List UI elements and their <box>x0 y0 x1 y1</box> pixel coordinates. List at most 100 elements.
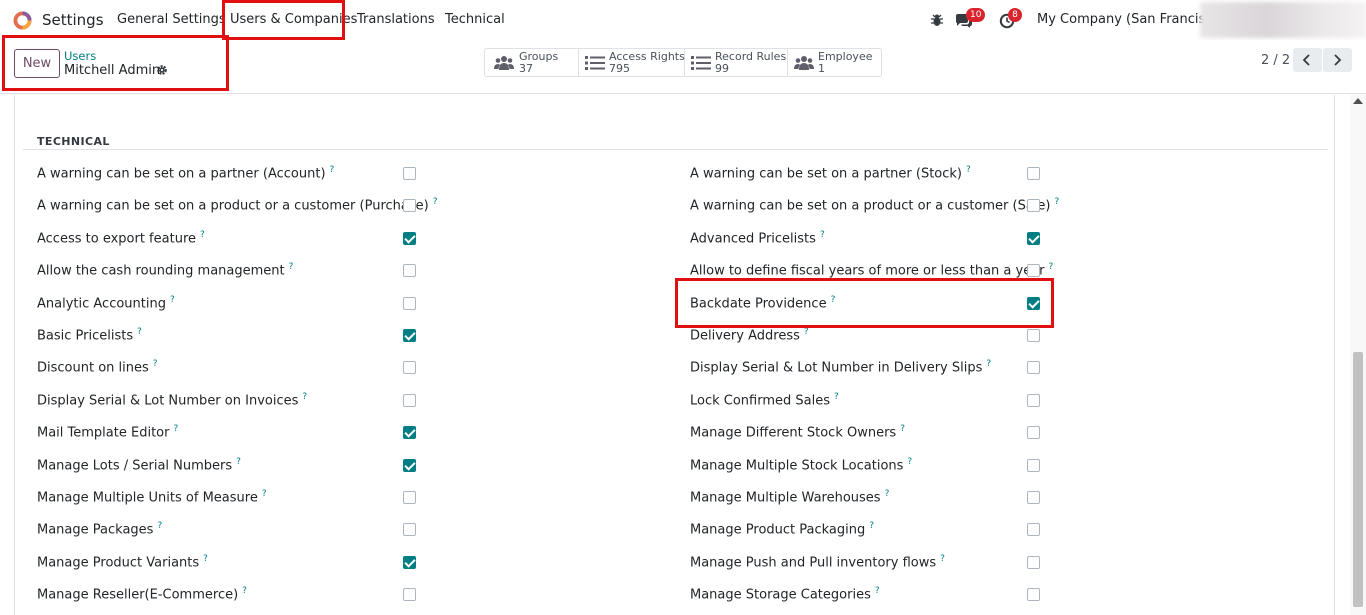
checkbox-manage-multiple-units-of-measure[interactable] <box>403 491 416 504</box>
checkbox-manage-push-and-pull-inventory-flows[interactable] <box>1027 555 1040 569</box>
help-tooltip-icon[interactable]: ? <box>200 230 205 240</box>
help-tooltip-icon[interactable]: ? <box>203 554 208 564</box>
help-tooltip-icon[interactable]: ? <box>236 457 241 467</box>
help-tooltip-icon[interactable]: ? <box>242 586 247 596</box>
pager-next-button[interactable] <box>1323 48 1352 72</box>
help-tooltip-icon[interactable]: ? <box>262 489 267 499</box>
top-navbar: Settings General Settings Users & Compan… <box>0 0 1366 40</box>
help-tooltip-icon[interactable]: ? <box>433 197 438 207</box>
settings-app-icon[interactable] <box>13 11 32 30</box>
setting-label-manage-different-stock-owners: Manage Different Stock Owners? <box>690 424 905 440</box>
help-tooltip-icon[interactable]: ? <box>170 295 175 305</box>
setting-label-mail-template-editor: Mail Template Editor? <box>37 424 178 440</box>
setting-label-text: Delivery Address <box>690 328 800 344</box>
checkbox-a-warning-can-be-set-on-a-partner-stock[interactable] <box>1027 167 1040 180</box>
setting-label-text: Manage Packages <box>37 522 154 538</box>
checkbox-advanced-pricelists[interactable] <box>1027 231 1040 245</box>
setting-label-a-warning-can-be-set-on-a-product-or-a-customer-purchase: A warning can be set on a product or a c… <box>37 197 437 213</box>
menu-translations[interactable]: Translations <box>357 12 435 27</box>
checkbox-manage-multiple-warehouses[interactable] <box>1027 491 1040 504</box>
help-tooltip-icon[interactable]: ? <box>820 230 825 240</box>
checkbox-delivery-address[interactable] <box>1027 329 1040 342</box>
help-tooltip-icon[interactable]: ? <box>289 262 294 272</box>
setting-label-text: Display Serial & Lot Number in Delivery … <box>690 360 983 376</box>
chevron-right-icon <box>1334 54 1342 66</box>
setting-label-text: Allow to define fiscal years of more or … <box>690 263 1045 279</box>
help-tooltip-icon[interactable]: ? <box>302 392 307 402</box>
help-tooltip-icon[interactable]: ? <box>986 359 991 369</box>
setting-label-manage-multiple-stock-locations: Manage Multiple Stock Locations? <box>690 457 912 473</box>
section-title-technical: TECHNICAL <box>37 135 110 148</box>
smart-button-record-rules[interactable]: Record Rules 99 <box>685 49 788 76</box>
setting-label-text: Basic Pricelists <box>37 328 134 344</box>
bug-icon[interactable] <box>929 12 945 28</box>
checkbox-mail-template-editor[interactable] <box>403 426 416 440</box>
smart-button-access-rights[interactable]: Access Rights 795 <box>579 49 685 76</box>
help-tooltip-icon[interactable]: ? <box>966 165 971 175</box>
help-tooltip-icon[interactable]: ? <box>940 554 945 564</box>
setting-label-manage-multiple-units-of-measure: Manage Multiple Units of Measure? <box>37 489 267 505</box>
scrollbar-thumb[interactable] <box>1353 352 1363 607</box>
setting-label-manage-storage-categories: Manage Storage Categories? <box>690 586 880 602</box>
scroll-up-arrow-icon[interactable] <box>1353 98 1363 104</box>
help-tooltip-icon[interactable]: ? <box>869 521 874 531</box>
help-tooltip-icon[interactable]: ? <box>875 586 880 596</box>
section-divider <box>23 149 1328 150</box>
checkbox-allow-the-cash-rounding-management[interactable] <box>403 264 416 278</box>
help-tooltip-icon[interactable]: ? <box>157 521 162 531</box>
smart-button-employee[interactable]: Employee 1 <box>788 49 881 76</box>
help-tooltip-icon[interactable]: ? <box>137 327 142 337</box>
checkbox-basic-pricelists[interactable] <box>403 329 416 342</box>
help-tooltip-icon[interactable]: ? <box>153 359 158 369</box>
help-tooltip-icon[interactable]: ? <box>1055 197 1060 207</box>
checkbox-display-serial-lot-number-on-invoices[interactable] <box>403 393 416 407</box>
setting-label-basic-pricelists: Basic Pricelists? <box>37 327 142 343</box>
setting-label-manage-product-variants: Manage Product Variants? <box>37 554 208 570</box>
setting-label-manage-lots-serial-numbers: Manage Lots / Serial Numbers? <box>37 457 241 473</box>
checkbox-a-warning-can-be-set-on-a-product-or-a-customer-purchase[interactable] <box>403 199 416 213</box>
checkbox-discount-on-lines[interactable] <box>403 361 416 375</box>
setting-label-advanced-pricelists: Advanced Pricelists? <box>690 230 825 246</box>
checkbox-manage-different-stock-owners[interactable] <box>1027 426 1040 440</box>
checkbox-manage-product-variants[interactable] <box>403 555 416 569</box>
help-tooltip-icon[interactable]: ? <box>900 424 905 434</box>
checkbox-access-to-export-feature[interactable] <box>403 231 416 245</box>
highlight-backdate-providence <box>675 278 1054 328</box>
checkbox-display-serial-lot-number-in-delivery-slips[interactable] <box>1027 361 1040 375</box>
menu-general-settings[interactable]: General Settings <box>117 12 226 27</box>
setting-label-lock-confirmed-sales: Lock Confirmed Sales? <box>690 392 839 408</box>
menu-technical[interactable]: Technical <box>445 12 505 27</box>
help-tooltip-icon[interactable]: ? <box>834 392 839 402</box>
pager-value[interactable]: 2 / 2 <box>1261 53 1290 68</box>
smart-button-value: 795 <box>609 62 630 75</box>
help-tooltip-icon[interactable]: ? <box>1049 262 1054 272</box>
pager-previous-button[interactable] <box>1293 48 1322 72</box>
setting-label-text: Manage Product Packaging <box>690 522 866 538</box>
setting-label-text: A warning can be set on a product or a c… <box>37 198 429 214</box>
checkbox-a-warning-can-be-set-on-a-partner-account[interactable] <box>403 167 416 180</box>
help-tooltip-icon[interactable]: ? <box>804 327 809 337</box>
setting-label-text: Manage Different Stock Owners <box>690 425 897 441</box>
checkbox-manage-packages[interactable] <box>403 523 416 537</box>
help-tooltip-icon[interactable]: ? <box>885 489 890 499</box>
smart-button-value: 99 <box>715 62 729 75</box>
checkbox-manage-storage-categories[interactable] <box>1027 588 1040 602</box>
setting-label-manage-push-and-pull-inventory-flows: Manage Push and Pull inventory flows? <box>690 554 945 570</box>
checkbox-manage-multiple-stock-locations[interactable] <box>1027 458 1040 472</box>
checkbox-lock-confirmed-sales[interactable] <box>1027 393 1040 407</box>
checkbox-analytic-accounting[interactable] <box>403 296 416 310</box>
user-avatar[interactable] <box>1200 2 1366 38</box>
help-tooltip-icon[interactable]: ? <box>173 424 178 434</box>
smart-button-groups[interactable]: Groups 37 <box>485 49 579 76</box>
setting-label-manage-multiple-warehouses: Manage Multiple Warehouses? <box>690 489 889 505</box>
help-tooltip-icon[interactable]: ? <box>907 457 912 467</box>
checkbox-manage-lots-serial-numbers[interactable] <box>403 458 416 472</box>
company-switcher[interactable]: My Company (San Francisco) <box>1037 12 1225 27</box>
checkbox-allow-to-define-fiscal-years-of-more-or-less-than-a-year[interactable] <box>1027 264 1040 278</box>
app-name[interactable]: Settings <box>42 11 104 29</box>
help-tooltip-icon[interactable]: ? <box>330 165 335 175</box>
chevron-left-icon <box>1302 54 1310 66</box>
checkbox-a-warning-can-be-set-on-a-product-or-a-customer-sale[interactable] <box>1027 199 1040 213</box>
checkbox-manage-reseller-e-commerce[interactable] <box>403 588 416 602</box>
checkbox-manage-product-packaging[interactable] <box>1027 523 1040 537</box>
